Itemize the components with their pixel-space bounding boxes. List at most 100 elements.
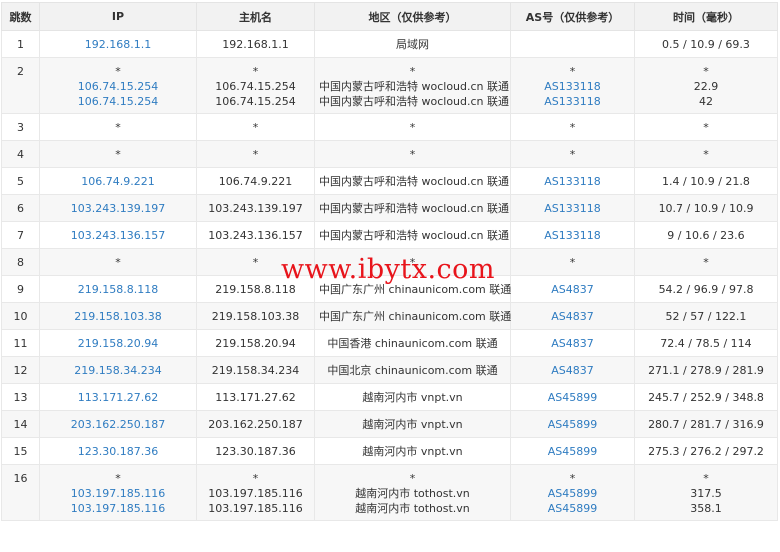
as-value-link[interactable]: AS133118: [515, 228, 630, 243]
region-cell: 局域网: [314, 30, 511, 58]
as-cell: [510, 30, 635, 58]
as-value-link[interactable]: AS133118: [515, 94, 630, 109]
hop-number-cell: 5: [1, 167, 40, 195]
ip-value-link[interactable]: 219.158.8.118: [44, 282, 192, 297]
ip-value-link[interactable]: 103.197.185.116: [44, 486, 192, 501]
ip-cell: 192.168.1.1: [39, 30, 197, 58]
host-cell: *: [196, 140, 315, 168]
as-value-link[interactable]: AS45899: [515, 501, 630, 516]
host-value: *: [252, 256, 259, 269]
ip-value-link[interactable]: 106.74.9.221: [44, 174, 192, 189]
time-value: *: [703, 148, 709, 161]
as-value-link[interactable]: AS45899: [515, 444, 630, 459]
time-cell: 52 / 57 / 122.1: [634, 302, 778, 330]
time-cell: 9 / 10.6 / 23.6: [634, 221, 778, 249]
as-value-link[interactable]: AS4837: [515, 282, 630, 297]
region-value: 中国北京 chinaunicom.com 联通: [327, 364, 498, 377]
region-cell: 越南河内市 vnpt.vn: [314, 437, 511, 465]
ip-value-link[interactable]: 113.171.27.62: [44, 390, 192, 405]
ip-value-link[interactable]: 103.243.136.157: [44, 228, 192, 243]
hop-number-cell: 4: [1, 140, 40, 168]
as-cell: * AS133118 AS133118: [510, 57, 635, 114]
as-cell: AS4837: [510, 302, 635, 330]
hop-number-cell: 9: [1, 275, 40, 303]
as-value-link[interactable]: AS4837: [515, 309, 630, 324]
as-value-link[interactable]: AS4837: [515, 363, 630, 378]
region-value: 中国广东广州 chinaunicom.com 联通: [319, 310, 512, 323]
ip-cell: 219.158.8.118: [39, 275, 197, 303]
host-cell: 113.171.27.62: [196, 383, 315, 411]
ip-value: *: [115, 472, 121, 485]
time-cell: *: [634, 113, 778, 141]
host-value: 113.171.27.62: [215, 391, 296, 404]
ip-value-link[interactable]: 103.197.185.116: [44, 501, 192, 516]
ip-cell: 103.243.139.197: [39, 194, 197, 222]
host-value: 103.243.136.157: [208, 229, 303, 242]
time-cell: * 22.9 42: [634, 57, 778, 114]
as-cell: *: [510, 248, 635, 276]
table-row: 10 219.158.103.38 219.158.103.38 中国广东广州 chi…: [1, 302, 778, 330]
table-row: 6 103.243.139.197 103.243.139.197 中国内蒙古呼和浩特…: [1, 194, 778, 222]
host-value: 103.197.185.116: [208, 487, 303, 500]
as-value-link[interactable]: AS45899: [515, 486, 630, 501]
traceroute-table: 跳数 IP 主机名 地区（仅供参考） AS号（仅供参考） 时间（毫秒） 1 192…: [1, 2, 778, 521]
ip-value-link[interactable]: 219.158.103.38: [44, 309, 192, 324]
host-value: 106.74.15.254: [215, 95, 296, 108]
host-value: 219.158.103.38: [211, 310, 300, 323]
time-value: 42: [699, 95, 713, 108]
header-as: AS号（仅供参考）: [510, 2, 635, 31]
time-cell: 275.3 / 276.2 / 297.2: [634, 437, 778, 465]
as-value-link[interactable]: AS45899: [515, 390, 630, 405]
as-cell: AS45899: [510, 383, 635, 411]
ip-value-link[interactable]: 123.30.187.36: [44, 444, 192, 459]
table-row: 2 * 106.74.15.254 106.74.15.254 * 106.74.15.2…: [1, 57, 778, 114]
ip-value-link[interactable]: 106.74.15.254: [44, 79, 192, 94]
time-value: 9 / 10.6 / 23.6: [667, 229, 745, 242]
table-row: 4 * * * * *: [1, 140, 778, 168]
time-value: 275.3 / 276.2 / 297.2: [648, 445, 764, 458]
region-cell: * 越南河内市 tothost.vn 越南河内市 tothost.vn: [314, 464, 511, 521]
region-cell: 中国北京 chinaunicom.com 联通: [314, 356, 511, 384]
host-cell: 203.162.250.187: [196, 410, 315, 438]
host-cell: 219.158.8.118: [196, 275, 315, 303]
hop-number-cell: 1: [1, 30, 40, 58]
as-value-link[interactable]: AS133118: [515, 79, 630, 94]
host-value: 219.158.34.234: [211, 364, 300, 377]
hop-number-cell: 16: [1, 464, 40, 521]
ip-value-link[interactable]: 219.158.20.94: [44, 336, 192, 351]
as-value: *: [569, 121, 576, 134]
region-value: 中国内蒙古呼和浩特 wocloud.cn 联通: [319, 202, 510, 215]
time-value: 271.1 / 278.9 / 281.9: [648, 364, 764, 377]
host-value: *: [252, 472, 259, 485]
ip-cell: 219.158.20.94: [39, 329, 197, 357]
ip-value-link[interactable]: 219.158.34.234: [44, 363, 192, 378]
time-value: *: [703, 65, 709, 78]
as-value-link[interactable]: AS133118: [515, 174, 630, 189]
time-value: 358.1: [690, 502, 722, 515]
ip-value-link[interactable]: 103.243.139.197: [44, 201, 192, 216]
ip-value-link[interactable]: 192.168.1.1: [44, 37, 192, 52]
time-value: *: [703, 121, 709, 134]
table-row: 9 219.158.8.118 219.158.8.118 中国广东广州 chinau…: [1, 275, 778, 303]
time-value: 10.7 / 10.9 / 10.9: [658, 202, 754, 215]
hop-number: 12: [13, 364, 28, 377]
as-cell: AS133118: [510, 221, 635, 249]
host-value: *: [252, 121, 259, 134]
host-cell: 123.30.187.36: [196, 437, 315, 465]
hop-number: 5: [17, 175, 24, 188]
region-cell: 中国香港 chinaunicom.com 联通: [314, 329, 511, 357]
as-value-link[interactable]: AS133118: [515, 201, 630, 216]
as-cell: *: [510, 140, 635, 168]
hop-number: 16: [13, 472, 28, 485]
region-value: 中国内蒙古呼和浩特 wocloud.cn 联通: [319, 95, 510, 108]
as-value: *: [569, 256, 576, 269]
hop-number: 3: [17, 121, 24, 134]
hop-number-cell: 14: [1, 410, 40, 438]
region-cell: *: [314, 248, 511, 276]
host-value: *: [252, 65, 259, 78]
as-value-link[interactable]: AS4837: [515, 336, 630, 351]
ip-value-link[interactable]: 203.162.250.187: [44, 417, 192, 432]
ip-value-link[interactable]: 106.74.15.254: [44, 94, 192, 109]
as-value-link[interactable]: AS45899: [515, 417, 630, 432]
time-cell: 280.7 / 281.7 / 316.9: [634, 410, 778, 438]
